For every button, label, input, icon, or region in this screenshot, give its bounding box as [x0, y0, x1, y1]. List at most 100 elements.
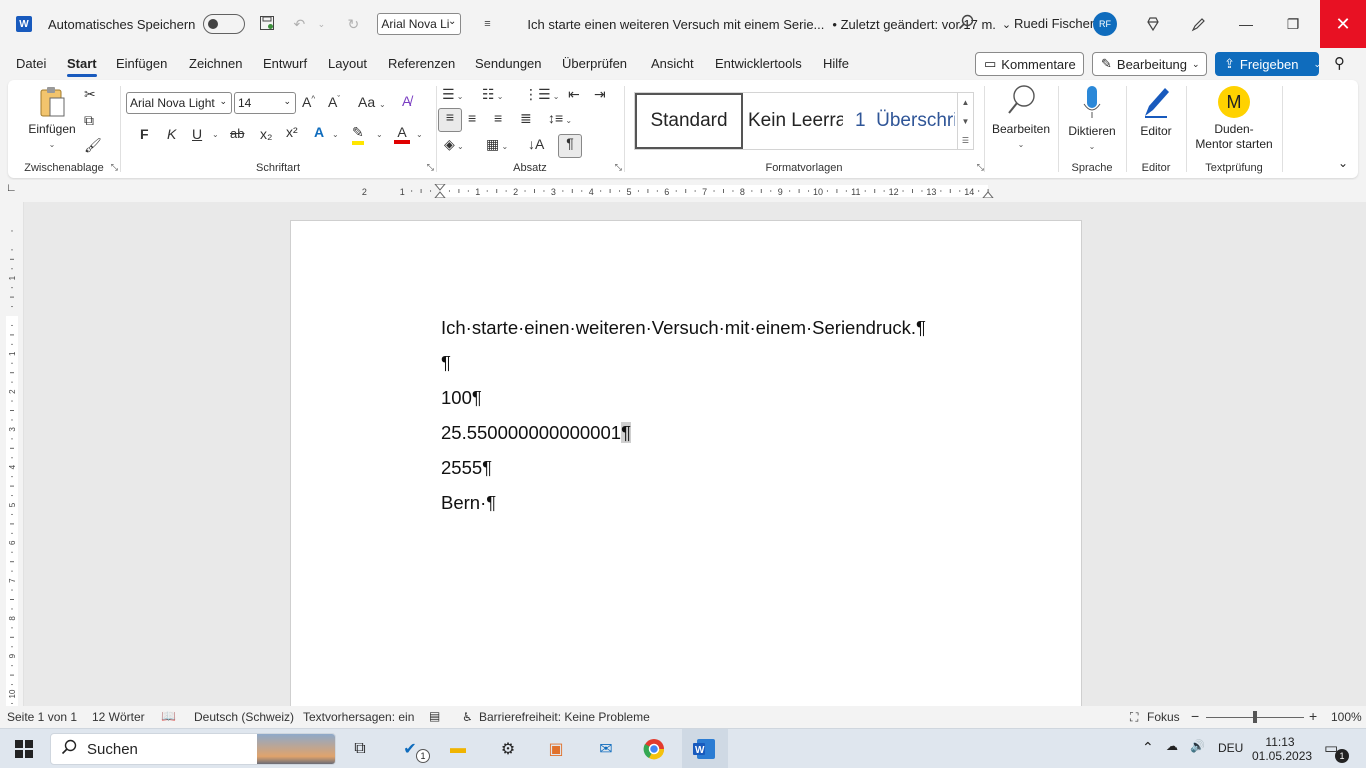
zoom-out-button[interactable]: − — [1191, 708, 1199, 724]
settings-gear-icon[interactable]: ⚙ — [496, 737, 520, 761]
borders-icon[interactable]: ▦ ⌄ — [486, 136, 508, 153]
paragraph-6[interactable]: Bern·¶ — [441, 492, 496, 514]
font-color-icon[interactable]: A — [394, 124, 410, 144]
chevron-down-icon[interactable]: ⌄ — [416, 130, 423, 139]
page-count[interactable]: Seite 1 von 1 — [7, 710, 77, 724]
focus-icon[interactable]: ⛶ — [1130, 710, 1138, 725]
chevron-down-icon[interactable]: ⌄ — [376, 130, 383, 139]
avatar[interactable]: RF — [1093, 12, 1117, 36]
undo-dropdown-icon[interactable]: ⌄ — [311, 19, 331, 30]
language-status[interactable]: Deutsch (Schweiz) — [194, 710, 294, 724]
taskbar-search[interactable]: Suchen — [50, 733, 336, 765]
dialog-launcher-icon[interactable]: ⤡ — [615, 162, 622, 173]
editing-mode-button[interactable]: ✎ Bearbeitung ⌄ — [1092, 52, 1207, 76]
clock[interactable]: 11:13 01.05.2023 — [1252, 735, 1312, 763]
style-heading1[interactable]: 1 Überschrift 1 — [855, 93, 955, 149]
tab-hilfe[interactable]: Hilfe — [823, 56, 849, 71]
accessibility-icon[interactable]: ♿ — [462, 710, 473, 724]
tray-chevron-icon[interactable]: ⌃ — [1142, 739, 1154, 756]
tab-ansicht[interactable]: Ansicht — [651, 56, 694, 71]
dialog-launcher-icon[interactable]: ⤡ — [427, 162, 434, 173]
shading-icon[interactable]: ◈ ⌄ — [444, 136, 464, 153]
word-count[interactable]: 12 Wörter — [92, 710, 145, 724]
strikethrough-button[interactable]: ab — [230, 126, 244, 141]
edit-button[interactable]: Bearbeiten ⌄ — [988, 84, 1054, 152]
paragraph-3[interactable]: 100¶ — [441, 387, 482, 409]
bullets-icon[interactable]: ☰ ⌄ — [442, 86, 464, 103]
media-player-icon[interactable]: ▣ — [544, 737, 568, 761]
macro-icon[interactable]: ▤ — [429, 709, 440, 723]
chevron-down-icon[interactable]: ⌄ — [1002, 18, 1011, 31]
paragraph-2[interactable]: ¶ — [441, 352, 451, 374]
share-button[interactable]: ⇪ Freigeben ⌄ — [1215, 52, 1321, 76]
gallery-more-icon[interactable]: ☰ — [957, 131, 973, 150]
grow-font-icon[interactable]: A^ — [302, 94, 315, 110]
gallery-up-icon[interactable]: ▲ — [957, 93, 973, 112]
zoom-level[interactable]: 100% — [1331, 710, 1362, 724]
restore-button[interactable]: ❐ — [1270, 0, 1316, 48]
change-case-button[interactable]: Aa ⌄ — [358, 94, 386, 110]
clear-formatting-icon[interactable]: A̸ — [402, 93, 411, 109]
redo-icon[interactable]: ↻ — [343, 16, 363, 33]
tab-referenzen[interactable]: Referenzen — [388, 56, 455, 71]
paste-button[interactable]: Einfügen ⌄ — [22, 86, 82, 152]
tab-entwurf[interactable]: Entwurf — [263, 56, 307, 71]
accessibility-status[interactable]: Barrierefreiheit: Keine Probleme — [479, 710, 650, 724]
save-icon[interactable] — [257, 15, 277, 34]
zoom-slider-thumb[interactable] — [1253, 711, 1257, 723]
coauthor-icon[interactable]: ⚲ — [1334, 54, 1345, 72]
undo-icon[interactable]: ↶ — [289, 16, 309, 33]
input-language[interactable]: DEU — [1218, 741, 1243, 755]
align-right-icon[interactable]: ≡ — [494, 110, 502, 126]
cut-icon[interactable]: ✂ — [84, 86, 96, 103]
document-canvas[interactable]: Ich·starte·einen·weiteren·Versuch·mit·ei… — [24, 202, 1366, 706]
dialog-launcher-icon[interactable]: ⤡ — [977, 162, 984, 173]
tab-start[interactable]: Start — [67, 56, 97, 77]
volume-icon[interactable]: 🔊 — [1190, 739, 1205, 753]
quick-font-selector[interactable]: Arial Nova Li ⌄ — [377, 13, 462, 35]
subscript-button[interactable]: x₂ — [260, 126, 272, 142]
italic-button[interactable]: K — [167, 126, 176, 142]
search-icon[interactable] — [958, 14, 974, 35]
cloud-icon[interactable]: ☁ — [1166, 739, 1178, 753]
paragraph-1[interactable]: Ich·starte·einen·weiteren·Versuch·mit·ei… — [441, 317, 926, 339]
user-name[interactable]: Ruedi Fischer — [1014, 16, 1094, 31]
autosave-toggle[interactable] — [203, 14, 246, 34]
numbering-icon[interactable]: ☷ ⌄ — [482, 86, 504, 103]
highlight-icon[interactable]: ✎ — [352, 124, 364, 145]
comments-button[interactable]: ▭ Kommentare — [975, 52, 1084, 76]
gallery-down-icon[interactable]: ▼ — [957, 112, 973, 131]
proofing-book-icon[interactable]: 📖 — [161, 709, 176, 723]
line-spacing-icon[interactable]: ↕≡ ⌄ — [548, 110, 572, 126]
paragraph-4[interactable]: 25.550000000000001¶ — [441, 422, 631, 444]
style-no-spacing[interactable]: Kein Leerraum — [748, 93, 843, 149]
tab-entwicklertools[interactable]: Entwicklertools — [715, 56, 802, 71]
close-button[interactable]: ✕ — [1320, 0, 1366, 48]
text-effects-icon[interactable]: A — [314, 124, 324, 140]
focus-mode[interactable]: Fokus — [1147, 710, 1180, 724]
chrome-icon[interactable] — [642, 737, 666, 761]
format-painter-icon[interactable]: 🖌 — [84, 137, 102, 154]
text-predictions-status[interactable]: Textvorhersagen: ein — [303, 710, 414, 724]
superscript-button[interactable]: x² — [286, 124, 298, 140]
tab-sendungen[interactable]: Sendungen — [475, 56, 542, 71]
editor-button[interactable]: Editor — [1130, 84, 1182, 139]
justify-icon[interactable]: ≣ — [520, 110, 532, 127]
decrease-indent-icon[interactable]: ⇤ — [568, 86, 580, 103]
align-left-icon[interactable]: ≡ — [438, 108, 462, 132]
pen-icon[interactable] — [1176, 0, 1222, 48]
tab-layout[interactable]: Layout — [328, 56, 367, 71]
tab-datei[interactable]: Datei — [16, 56, 46, 71]
chevron-down-icon[interactable]: ⌄ — [332, 130, 339, 139]
vertical-ruler[interactable]: 1 1 2 3 4 5 6 7 8 9 10 — [0, 202, 24, 706]
tab-einfuegen[interactable]: Einfügen — [116, 56, 167, 71]
underline-button[interactable]: U — [192, 126, 202, 142]
paragraph-5[interactable]: 2555¶ — [441, 457, 492, 479]
align-center-icon[interactable]: ≡ — [468, 110, 476, 126]
dialog-launcher-icon[interactable]: ⤡ — [111, 162, 118, 173]
outlook-icon[interactable]: ✉ — [594, 737, 618, 761]
document-page[interactable]: Ich·starte·einen·weiteren·Versuch·mit·ei… — [290, 220, 1082, 706]
increase-indent-icon[interactable]: ⇥ — [594, 86, 606, 103]
windows-start-icon[interactable] — [12, 737, 36, 761]
bold-button[interactable]: F — [140, 126, 149, 142]
